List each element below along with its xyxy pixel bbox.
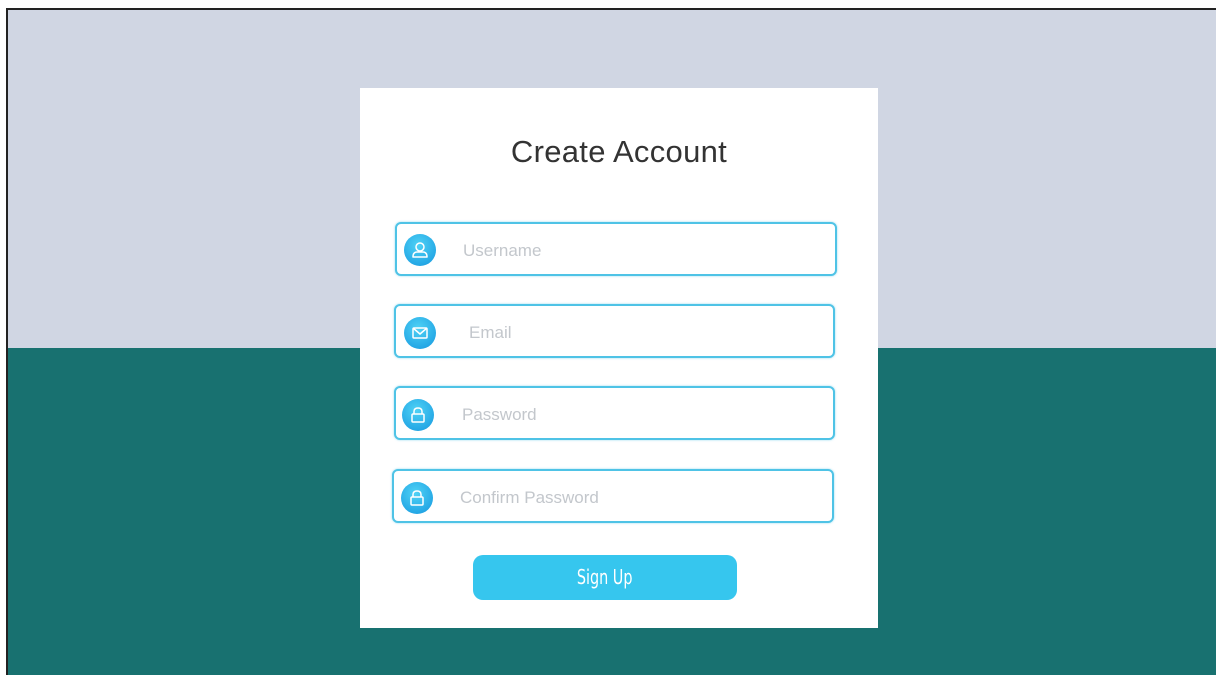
confirm-password-field[interactable]: Confirm Password <box>392 469 834 523</box>
lock-icon <box>401 482 433 514</box>
password-field[interactable]: Password <box>394 386 835 440</box>
lock-icon <box>402 399 434 431</box>
page-title: Create Account <box>510 134 728 169</box>
username-field[interactable]: Username <box>395 222 837 276</box>
sign-up-button[interactable]: Sign Up <box>473 555 737 600</box>
username-placeholder: Username <box>463 241 542 260</box>
mail-icon <box>404 317 436 349</box>
sign-up-label: Sign Up <box>577 565 633 589</box>
user-icon <box>404 234 436 266</box>
password-placeholder: Password <box>462 405 537 424</box>
email-field[interactable]: Email <box>394 304 835 358</box>
email-placeholder: Email <box>469 323 512 342</box>
confirm-password-placeholder: Confirm Password <box>460 488 599 507</box>
